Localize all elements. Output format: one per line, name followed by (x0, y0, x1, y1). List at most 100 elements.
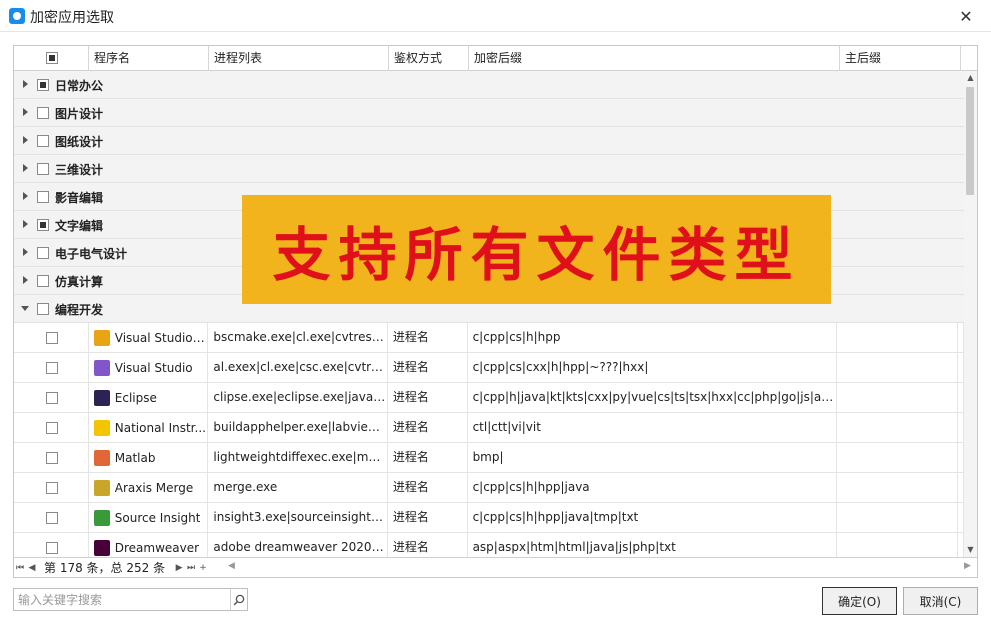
group-row[interactable]: 图片设计 (14, 99, 964, 127)
main-suffix-cell (837, 473, 958, 503)
ok-button[interactable]: 确定(O) (822, 587, 897, 615)
row-check-cell[interactable] (14, 533, 89, 557)
group-label: 三维设计 (55, 163, 104, 177)
group-checkbox[interactable] (37, 247, 49, 259)
expand-arrow-icon[interactable] (23, 220, 28, 228)
matlab-icon (93, 450, 110, 466)
group-checkbox[interactable] (37, 275, 49, 287)
table-body: 日常办公 图片设计 图纸设计 三维设计 影音编辑 文字编辑 电子电气设计 仿真计算 编程开发 Vi… (14, 71, 964, 557)
scroll-thumb[interactable] (966, 87, 974, 195)
row-checkbox[interactable] (46, 542, 58, 554)
hscroll-right-icon[interactable]: ▶ (964, 561, 971, 571)
process-list-cell: lightweightdiffexec.exe|matl... (208, 443, 388, 473)
group-row[interactable]: 图纸设计 (14, 127, 964, 155)
row-checkbox[interactable] (46, 512, 58, 524)
group-label: 图纸设计 (55, 135, 104, 149)
table-row[interactable]: Araxis Merge merge.exe 进程名 c|cpp|cs|h|hpp|j… (14, 473, 964, 503)
search-icon[interactable] (230, 589, 247, 610)
scroll-up-icon[interactable]: ▲ (964, 71, 977, 85)
group-row[interactable]: 三维设计 (14, 155, 964, 183)
row-check-cell[interactable] (14, 413, 89, 443)
table-row[interactable]: Matlab lightweightdiffexec.exe|matl... 进程名… (14, 443, 964, 473)
app-name: National Instr... (114, 420, 206, 435)
column-header-suffixes[interactable]: 加密后缀 (469, 46, 840, 71)
table-row[interactable]: Dreamweaver adobe dreamweaver 2020.e... 进程… (14, 533, 964, 557)
add-record-icon[interactable]: + (197, 563, 209, 573)
table-row[interactable]: Visual Studio al.exex|cl.exe|csc.exe|cvtr… (14, 353, 964, 383)
process-list-cell: al.exex|cl.exe|csc.exe|cvtres... (208, 353, 388, 383)
group-label: 文字编辑 (55, 219, 104, 233)
table-row[interactable]: Eclipse clipse.exe|eclipse.exe|javac... 进程… (14, 383, 964, 413)
table-row[interactable]: National Instr... buildapphelper.exe|labv… (14, 413, 964, 443)
last-page-icon[interactable]: ⏭ (185, 563, 197, 573)
column-header-main-suffix[interactable]: 主后缀 (840, 46, 961, 71)
first-page-icon[interactable]: ⏮ (14, 563, 26, 573)
app-name: Matlab (114, 450, 156, 465)
promo-banner: 支持所有文件类型 (242, 195, 831, 304)
group-label: 图片设计 (55, 107, 104, 121)
app-name: Dreamweaver (114, 540, 200, 555)
row-checkbox[interactable] (46, 452, 58, 464)
hscroll-left-icon[interactable]: ◀ (228, 561, 235, 571)
row-check-cell[interactable] (14, 383, 89, 413)
eclipse-icon (93, 390, 110, 406)
next-page-icon[interactable]: ▶ (173, 563, 185, 573)
visual-studio-code-icon (93, 330, 110, 346)
table-row[interactable]: Visual Studio ... bscmake.exe|cl.exe|cvtr… (14, 323, 964, 353)
table-row[interactable]: Source Insight insight3.exe|sourceinsight… (14, 503, 964, 533)
group-row[interactable]: 日常办公 (14, 71, 964, 99)
row-checkbox[interactable] (46, 362, 58, 374)
row-check-cell[interactable] (14, 473, 89, 503)
suffix-cell: asp|aspx|htm|html|java|js|php|txt (468, 533, 838, 557)
group-checkbox[interactable] (37, 303, 49, 315)
search-input[interactable] (14, 589, 230, 610)
araxis-merge-icon (93, 480, 110, 496)
expand-arrow-icon[interactable] (23, 108, 28, 116)
cancel-button[interactable]: 取消(C) (903, 587, 978, 615)
column-header-filler (961, 46, 977, 71)
auth-method-cell: 进程名 (388, 353, 468, 383)
row-check-cell[interactable] (14, 323, 89, 353)
select-all-checkbox[interactable] (46, 52, 58, 64)
main-suffix-cell (837, 503, 958, 533)
auth-method-cell: 进程名 (388, 533, 468, 557)
group-checkbox[interactable] (37, 135, 49, 147)
scroll-down-icon[interactable]: ▼ (964, 543, 977, 557)
group-label: 日常办公 (55, 79, 104, 93)
app-name-cell: Eclipse (89, 383, 209, 413)
row-checkbox[interactable] (46, 482, 58, 494)
close-button[interactable]: ✕ (955, 5, 977, 27)
main-suffix-cell (837, 353, 958, 383)
row-check-cell[interactable] (14, 353, 89, 383)
row-checkbox[interactable] (46, 332, 58, 344)
group-checkbox[interactable] (37, 219, 49, 231)
auth-method-cell: 进程名 (388, 443, 468, 473)
group-checkbox[interactable] (37, 107, 49, 119)
expand-arrow-icon[interactable] (23, 276, 28, 284)
expand-arrow-icon[interactable] (23, 80, 28, 88)
row-check-cell[interactable] (14, 503, 89, 533)
header-select-all[interactable] (14, 46, 89, 71)
row-check-cell[interactable] (14, 443, 89, 473)
column-header-name[interactable]: 程序名 (89, 46, 209, 71)
expand-arrow-icon[interactable] (23, 136, 28, 144)
group-checkbox[interactable] (37, 79, 49, 91)
row-checkbox[interactable] (46, 422, 58, 434)
row-checkbox[interactable] (46, 392, 58, 404)
app-name-cell: Visual Studio (89, 353, 209, 383)
suffix-cell: bmp| (468, 443, 838, 473)
prev-page-icon[interactable]: ◀ (26, 563, 38, 573)
collapse-arrow-icon[interactable] (21, 306, 29, 311)
group-checkbox[interactable] (37, 191, 49, 203)
main-suffix-cell (837, 383, 958, 413)
column-header-processes[interactable]: 进程列表 (209, 46, 389, 71)
app-name: Source Insight (114, 510, 201, 525)
group-checkbox[interactable] (37, 163, 49, 175)
expand-arrow-icon[interactable] (23, 192, 28, 200)
column-header-auth[interactable]: 鉴权方式 (389, 46, 469, 71)
expand-arrow-icon[interactable] (23, 248, 28, 256)
vertical-scrollbar[interactable]: ▲ ▼ (964, 71, 977, 557)
expand-arrow-icon[interactable] (23, 164, 28, 172)
group-label: 仿真计算 (55, 275, 104, 289)
main-suffix-cell (837, 443, 958, 473)
